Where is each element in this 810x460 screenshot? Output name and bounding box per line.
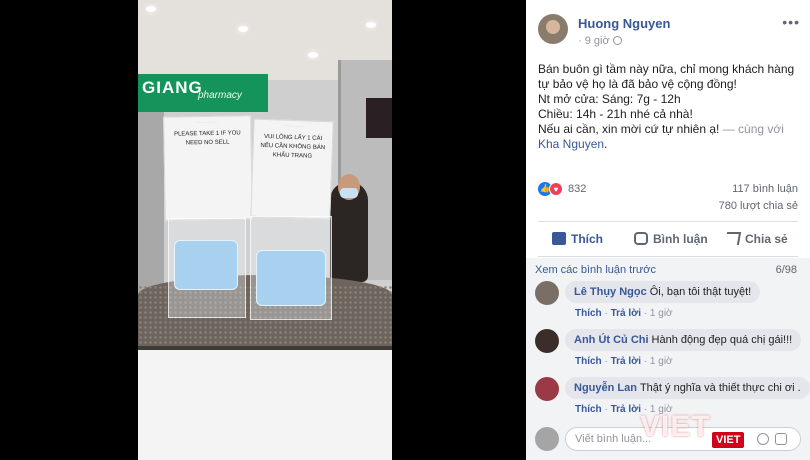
comment-bubble-icon (634, 232, 648, 245)
store-screen (366, 98, 392, 138)
post-text-line: Bán buôn gì tầm này nữa, chỉ mong khách … (538, 62, 795, 91)
ceiling-light (146, 6, 156, 12)
comment-footer: Thích · Trả lời · 1 giờ (575, 308, 673, 319)
share-button-label: Chia sẻ (745, 232, 788, 246)
comment-bubble: Anh Út Củ Chi Hành động đẹp quá chị gái!!… (565, 329, 802, 351)
divider (538, 221, 798, 222)
post-sidebar: Huong Nguyen · 9 giờ ••• Bán buôn gì tầm… (526, 0, 810, 460)
author-avatar[interactable] (538, 14, 568, 44)
notice-left-text: PLEASE TAKE 1 IF YOU NEED NO SELL (173, 130, 241, 147)
store-sign-sub: pharmacy (198, 90, 242, 101)
post-stats: 👍 ♥ 832 117 bình luận 780 lượt chia sẻ (538, 182, 798, 216)
reactions-count: 832 (568, 183, 587, 195)
comment-time[interactable]: 1 giờ (650, 308, 673, 319)
comment-like-link[interactable]: Thích (575, 404, 602, 415)
shares-count[interactable]: 780 lượt chia sẻ (719, 200, 798, 212)
post-text-line: Chiều: 14h - 21h nhé cả nhà! (538, 107, 693, 121)
post-actions: Thích Bình luận Chia sẻ (538, 225, 798, 253)
comment-text: Thật ý nghĩa và thiết thực chi ơi . (639, 382, 801, 394)
notice-paper-left: · · · · · · · · · · · · PLEASE TAKE 1 IF… (163, 115, 253, 221)
comment-text: Ôi, bạn tôi thật tuyệt! (649, 286, 752, 298)
ceiling-light (308, 52, 318, 58)
author-name[interactable]: Huong Nguyen (578, 16, 670, 31)
commenter-name[interactable]: Lê Thụy Ngọc (574, 286, 647, 298)
post-photo[interactable]: GIANG pharmacy · · · · · · · · · · · · P… (138, 0, 392, 460)
commenter-avatar[interactable] (535, 329, 559, 353)
globe-icon[interactable] (612, 36, 622, 45)
post-meta: · 9 giờ (578, 35, 622, 47)
like-button-label: Thích (571, 232, 603, 246)
shelf-left (138, 112, 164, 312)
share-button[interactable]: Chia sẻ (724, 225, 788, 253)
comment-reply-link[interactable]: Trả lời (611, 404, 641, 415)
post-time[interactable]: 9 giờ (585, 35, 610, 47)
counter-base (138, 350, 392, 460)
comment-bubble: Lê Thụy Ngọc Ôi, bạn tôi thật tuyệt! (565, 281, 761, 303)
share-arrow-icon (724, 232, 742, 245)
post-text-closing: Nếu ai cần, xin mời cứ tự nhiên ạ! (538, 122, 720, 136)
camera-icon[interactable] (775, 433, 787, 445)
with-text: — cùng với (719, 122, 784, 136)
comment-time[interactable]: 1 giờ (650, 356, 673, 367)
post-text-line: Nếu ai cần, xin mời cứ tự nhiên ạ! — cùn… (538, 122, 802, 152)
commenter-avatar[interactable] (535, 377, 559, 401)
thumbs-up-icon (552, 232, 566, 245)
post-text-line: Nt mở cửa: Sáng: 7g - 12h (538, 92, 681, 106)
store-sign-text: GIANG (142, 78, 203, 97)
divider (538, 256, 798, 257)
post-text: Bán buôn gì tầm này nữa, chỉ mong khách … (538, 62, 802, 152)
more-dots-icon[interactable]: ••• (782, 14, 800, 30)
commenter-name[interactable]: Nguyễn Lan (574, 382, 637, 394)
tag-end: . (604, 137, 608, 151)
ceiling-light (366, 22, 376, 28)
emoji-icon[interactable] (757, 433, 769, 445)
comment-button[interactable]: Bình luận (634, 225, 708, 253)
comment-footer: Thích · Trả lời · 1 giờ (575, 356, 673, 367)
face-masks-right (256, 250, 326, 306)
view-previous-comments-link[interactable]: Xem các bình luận trước (535, 264, 656, 276)
watermark-badge: VIET (712, 432, 745, 448)
notice-paper-right: · · · · · · · · · · · · VUI LÒNG LẤY 1 C… (250, 118, 334, 220)
photo-viewer: GIANG pharmacy · · · · · · · · · · · · P… (0, 0, 526, 460)
comment-text: Hành động đẹp quá chị gái!!! (651, 334, 793, 346)
comments-count[interactable]: 117 bình luận (732, 183, 798, 195)
comment-bubble: Nguyễn Lan Thật ý nghĩa và thiết thực chi… (565, 377, 810, 399)
love-reaction-icon: ♥ (549, 182, 563, 196)
comment-reply-link[interactable]: Trả lời (611, 356, 641, 367)
dot-separator: · (578, 35, 585, 47)
watermark-text: VIET (640, 410, 711, 443)
current-user-avatar (535, 427, 559, 451)
commenter-avatar[interactable] (535, 281, 559, 305)
face-masks-left (174, 240, 238, 290)
comments-pager-count: 6/98 (775, 264, 797, 276)
tagged-user-link[interactable]: Kha Nguyen (538, 137, 604, 151)
comment-like-link[interactable]: Thích (575, 308, 602, 319)
pharmacist-mask (340, 188, 358, 198)
previous-comments-row: Xem các bình luận trước 6/98 (535, 264, 797, 276)
ceiling-light (238, 26, 248, 32)
post-header: Huong Nguyen · 9 giờ ••• (538, 12, 800, 52)
comment-reply-link[interactable]: Trả lời (611, 308, 641, 319)
comment-like-link[interactable]: Thích (575, 356, 602, 367)
notice-right-text: VUI LÒNG LẤY 1 CÁI NẾU CẦN KHÔNG BÁN KHẨ… (260, 134, 326, 160)
comment-button-label: Bình luận (653, 232, 708, 246)
like-button[interactable]: Thích (552, 225, 603, 253)
commenter-name[interactable]: Anh Út Củ Chi (574, 334, 649, 346)
